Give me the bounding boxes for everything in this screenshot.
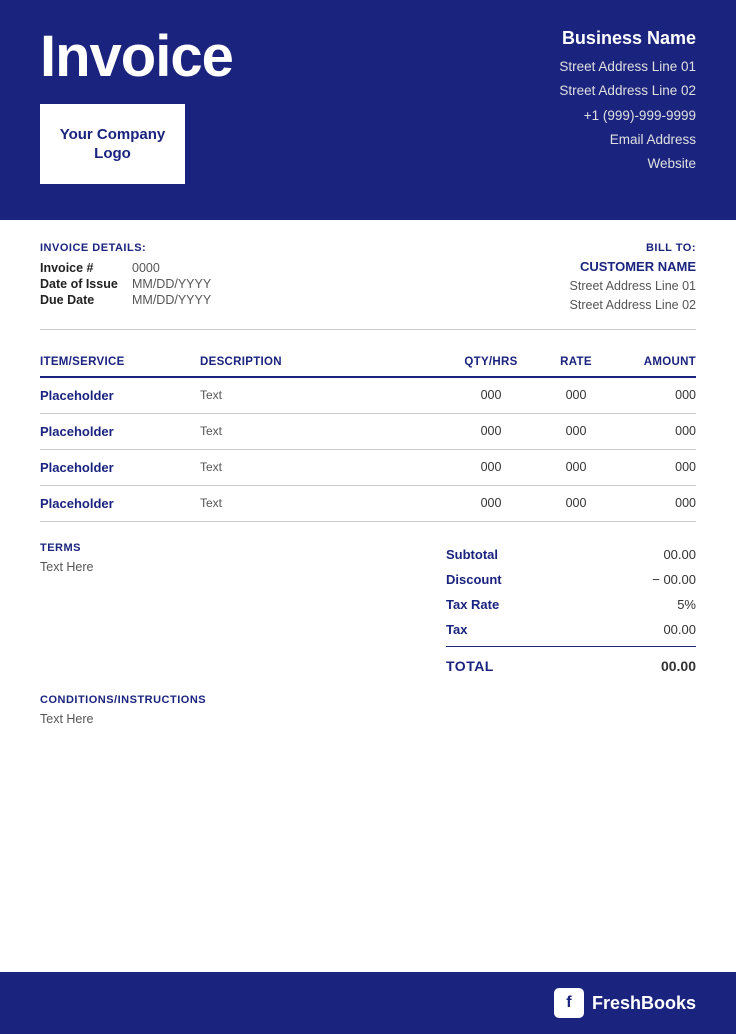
customer-name: CUSTOMER NAME (570, 259, 696, 274)
subtotal-value: 00.00 (663, 547, 696, 562)
freshbooks-icon: f (554, 988, 584, 1018)
freshbooks-logo: f FreshBooks (554, 988, 696, 1018)
row2-desc: Text (200, 424, 446, 438)
table-section: ITEM/SERVICE DESCRIPTION QTY/HRS RATE AM… (0, 330, 736, 522)
bill-to-block: BILL TO: CUSTOMER NAME Street Address Li… (570, 242, 696, 315)
total-row: TOTAL 00.00 (446, 651, 696, 674)
tax-label: Tax (446, 622, 467, 637)
bill-address-line2: Street Address Line 02 (570, 296, 696, 315)
col-head-qty: QTY/HRS (446, 356, 536, 368)
conditions-label: CONDITIONS/INSTRUCTIONS (40, 694, 696, 706)
invoice-details-block: INVOICE DETAILS: Invoice # 0000 Date of … (40, 242, 211, 307)
row4-desc: Text (200, 496, 446, 510)
footer: f FreshBooks (0, 972, 736, 1034)
discount-value: − 00.00 (652, 572, 696, 587)
terms-text: Text Here (40, 560, 340, 574)
business-name: Business Name (559, 28, 696, 49)
conditions-section: CONDITIONS/INSTRUCTIONS Text Here (0, 694, 736, 746)
row2-item: Placeholder (40, 424, 200, 439)
invoice-details-label: INVOICE DETAILS: (40, 242, 211, 254)
date-issue-value: MM/DD/YYYY (132, 277, 211, 291)
table-row: Placeholder Text 000 000 000 (40, 414, 696, 450)
row1-item: Placeholder (40, 388, 200, 403)
row3-rate: 000 (536, 460, 616, 474)
address-line2: Street Address Line 02 (559, 81, 696, 101)
terms-block: TERMS Text Here (40, 542, 340, 574)
header-left: Invoice Your Company Logo (40, 28, 233, 184)
terms-label: TERMS (40, 542, 340, 554)
col-head-rate: RATE (536, 356, 616, 368)
row3-qty: 000 (446, 460, 536, 474)
invoice-number-label: Invoice # (40, 261, 120, 275)
conditions-text: Text Here (40, 712, 696, 726)
total-label: TOTAL (446, 658, 494, 674)
tax-row: Tax 00.00 (446, 617, 696, 642)
row3-item: Placeholder (40, 460, 200, 475)
date-issue-row: Date of Issue MM/DD/YYYY (40, 277, 211, 291)
phone: +1 (999)-999-9999 (559, 106, 696, 126)
totals-divider (446, 646, 696, 648)
due-date-label: Due Date (40, 293, 120, 307)
table-row: Placeholder Text 000 000 000 (40, 378, 696, 414)
discount-label: Discount (446, 572, 502, 587)
bottom-section: TERMS Text Here Subtotal 00.00 Discount … (0, 522, 736, 695)
website: Website (559, 154, 696, 174)
total-value: 00.00 (661, 658, 696, 674)
table-row: Placeholder Text 000 000 000 (40, 486, 696, 522)
col-head-desc: DESCRIPTION (200, 356, 446, 368)
discount-row: Discount − 00.00 (446, 567, 696, 592)
bill-to-label: BILL TO: (570, 242, 696, 254)
tax-value: 00.00 (663, 622, 696, 637)
table-header-row: ITEM/SERVICE DESCRIPTION QTY/HRS RATE AM… (40, 348, 696, 378)
row3-amount: 000 (616, 460, 696, 474)
date-issue-label: Date of Issue (40, 277, 120, 291)
invoice-title: Invoice (40, 28, 233, 86)
invoice-number-row: Invoice # 0000 (40, 261, 211, 275)
taxrate-label: Tax Rate (446, 597, 499, 612)
row4-rate: 000 (536, 496, 616, 510)
details-section: INVOICE DETAILS: Invoice # 0000 Date of … (0, 220, 736, 329)
col-head-item: ITEM/SERVICE (40, 356, 200, 368)
row4-amount: 000 (616, 496, 696, 510)
freshbooks-brand: FreshBooks (592, 993, 696, 1014)
subtotal-label: Subtotal (446, 547, 498, 562)
email: Email Address (559, 130, 696, 150)
row4-qty: 000 (446, 496, 536, 510)
taxrate-row: Tax Rate 5% (446, 592, 696, 617)
subtotal-row: Subtotal 00.00 (446, 542, 696, 567)
header: Invoice Your Company Logo Business Name … (0, 0, 736, 220)
row1-desc: Text (200, 388, 446, 402)
address-line1: Street Address Line 01 (559, 57, 696, 77)
row2-qty: 000 (446, 424, 536, 438)
page-wrapper: Invoice Your Company Logo Business Name … (0, 0, 736, 1034)
logo-box: Your Company Logo (40, 104, 185, 184)
freshbooks-icon-letter: f (566, 994, 571, 1012)
row1-rate: 000 (536, 388, 616, 402)
row2-amount: 000 (616, 424, 696, 438)
due-date-row: Due Date MM/DD/YYYY (40, 293, 211, 307)
totals-block: Subtotal 00.00 Discount − 00.00 Tax Rate… (446, 542, 696, 675)
col-head-amount: AMOUNT (616, 356, 696, 368)
header-right: Business Name Street Address Line 01 Str… (559, 28, 696, 174)
row3-desc: Text (200, 460, 446, 474)
row1-qty: 000 (446, 388, 536, 402)
due-date-value: MM/DD/YYYY (132, 293, 211, 307)
table-row: Placeholder Text 000 000 000 (40, 450, 696, 486)
bill-address-line1: Street Address Line 01 (570, 277, 696, 296)
invoice-number-value: 0000 (132, 261, 160, 275)
taxrate-value: 5% (677, 597, 696, 612)
row1-amount: 000 (616, 388, 696, 402)
row2-rate: 000 (536, 424, 616, 438)
row4-item: Placeholder (40, 496, 200, 511)
